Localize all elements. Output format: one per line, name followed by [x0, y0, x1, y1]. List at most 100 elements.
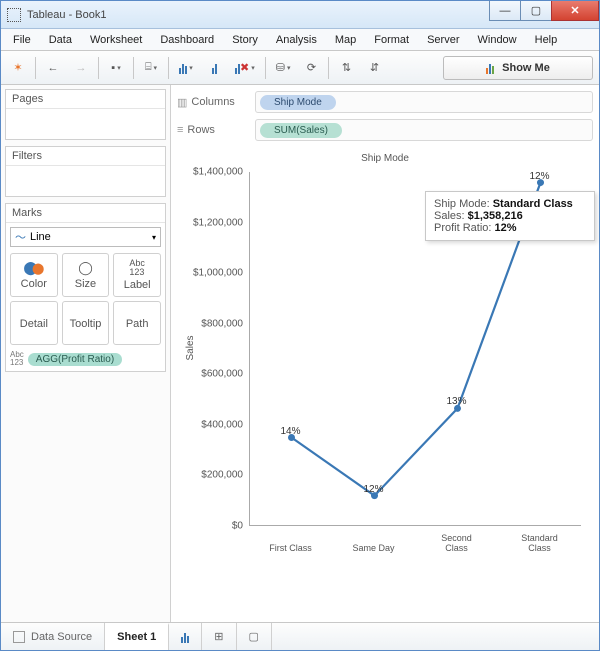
columns-pill-ship-mode[interactable]: Ship Mode: [260, 95, 336, 110]
refresh-button[interactable]: ⟳: [300, 57, 322, 79]
side-panel: Pages Filters Marks 〜 Line ▾ ⬤⬤Color: [1, 85, 171, 622]
label-icon: Abc123: [129, 259, 145, 277]
filters-label: Filters: [6, 147, 165, 166]
maximize-button[interactable]: ▢: [520, 1, 552, 21]
save-button[interactable]: ▪▾: [105, 57, 127, 79]
swap-button[interactable]: ⛁▾: [272, 57, 295, 79]
menu-format[interactable]: Format: [366, 32, 417, 48]
separator: [328, 57, 329, 79]
separator: [265, 57, 266, 79]
main-area: Pages Filters Marks 〜 Line ▾ ⬤⬤Color: [1, 85, 599, 622]
show-me-label: Show Me: [502, 62, 550, 74]
menu-help[interactable]: Help: [527, 32, 566, 48]
window-controls: — ▢ ✕: [490, 1, 599, 28]
menu-dashboard[interactable]: Dashboard: [152, 32, 222, 48]
separator: [133, 57, 134, 79]
new-story-tab[interactable]: ▢: [237, 623, 272, 650]
x-tick: Standard Class: [510, 534, 570, 554]
tableau-logo-icon[interactable]: ✶: [7, 57, 29, 79]
marks-pill-row: Abc123 AGG(Profit Ratio): [10, 351, 161, 367]
rows-shelf-label: ≡Rows: [177, 124, 247, 136]
size-icon: ◯: [78, 260, 93, 276]
mark-cards: ⬤⬤Color ◯Size Abc123Label Detail Tooltip…: [10, 253, 161, 345]
clear-sheet-button[interactable]: ✖▾: [231, 57, 259, 79]
marks-card: Marks 〜 Line ▾ ⬤⬤Color ◯Size Abc123Label…: [5, 203, 166, 372]
new-worksheet-button[interactable]: ▾: [175, 57, 197, 79]
show-me-icon: [486, 62, 494, 74]
line-mark-icon: 〜: [15, 229, 26, 245]
data-label: 14%: [280, 425, 300, 436]
sort-asc-button[interactable]: ⇅: [335, 57, 357, 79]
menu-data[interactable]: Data: [41, 32, 80, 48]
titlebar: Tableau - Book1 — ▢ ✕: [1, 1, 599, 29]
y-axis-label: Sales: [185, 335, 196, 360]
app-window: Tableau - Book1 — ▢ ✕ File Data Workshee…: [0, 0, 600, 651]
chart-area: Ship Mode Sales $0$200,000$400,000$600,0…: [171, 147, 599, 622]
new-datasource-button[interactable]: ⌸▾: [140, 57, 162, 79]
tableau-app-icon: [7, 8, 21, 22]
x-tick: First Class: [261, 544, 321, 554]
new-worksheet-tab[interactable]: [169, 623, 202, 650]
back-button[interactable]: ←: [42, 57, 64, 79]
mark-card-color[interactable]: ⬤⬤Color: [10, 253, 58, 297]
y-tick: $1,200,000: [179, 217, 249, 228]
menubar: File Data Worksheet Dashboard Story Anal…: [1, 29, 599, 51]
menu-server[interactable]: Server: [419, 32, 467, 48]
chevron-down-icon: ▾: [152, 233, 156, 242]
y-tick: $800,000: [179, 318, 249, 329]
menu-map[interactable]: Map: [327, 32, 364, 48]
sort-desc-button[interactable]: ⇵: [363, 57, 385, 79]
marks-pill-agg-profit-ratio[interactable]: AGG(Profit Ratio): [28, 353, 122, 366]
rows-icon: ≡: [177, 124, 183, 136]
menu-file[interactable]: File: [5, 32, 39, 48]
y-tick: $600,000: [179, 369, 249, 380]
mark-card-tooltip[interactable]: Tooltip: [62, 301, 110, 345]
data-label: 12%: [363, 484, 383, 495]
tab-sheet-1[interactable]: Sheet 1: [105, 623, 169, 650]
duplicate-sheet-button[interactable]: [203, 57, 225, 79]
separator: [98, 57, 99, 79]
x-tick: Same Day: [344, 544, 404, 554]
mark-card-size[interactable]: ◯Size: [62, 253, 110, 297]
tab-data-source[interactable]: Data Source: [1, 623, 105, 650]
mark-card-label[interactable]: Abc123Label: [113, 253, 161, 297]
label-prefix-icon: Abc123: [10, 351, 24, 367]
rows-pill-sum-sales[interactable]: SUM(Sales): [260, 123, 342, 138]
menu-story[interactable]: Story: [224, 32, 266, 48]
y-tick: $400,000: [179, 419, 249, 430]
data-source-icon: [13, 631, 25, 643]
y-tick: $200,000: [179, 470, 249, 481]
dashboard-icon: ⊞: [214, 630, 223, 643]
y-tick: $0: [179, 521, 249, 532]
data-label: 13%: [446, 396, 466, 407]
separator: [168, 57, 169, 79]
work-area: ▥Columns Ship Mode ≡Rows SUM(Sales) Ship…: [171, 85, 599, 622]
mark-card-detail[interactable]: Detail: [10, 301, 58, 345]
pages-shelf[interactable]: Pages: [5, 89, 166, 140]
pages-label: Pages: [6, 90, 165, 109]
new-dashboard-tab[interactable]: ⊞: [202, 623, 236, 650]
data-label: 12%: [529, 170, 549, 181]
show-me-button[interactable]: Show Me: [443, 56, 593, 80]
columns-drop[interactable]: Ship Mode: [255, 91, 593, 113]
separator: [35, 57, 36, 79]
rows-drop[interactable]: SUM(Sales): [255, 119, 593, 141]
forward-button[interactable]: →: [70, 57, 92, 79]
filters-shelf[interactable]: Filters: [5, 146, 166, 197]
worksheet-icon: [181, 631, 189, 643]
chart-tooltip: Ship Mode: Standard Class Sales: $1,358,…: [425, 191, 595, 241]
mark-type-select[interactable]: 〜 Line ▾: [10, 227, 161, 247]
mark-card-path[interactable]: Path: [113, 301, 161, 345]
minimize-button[interactable]: —: [489, 1, 521, 21]
columns-shelf: ▥Columns Ship Mode: [177, 91, 593, 113]
columns-shelf-label: ▥Columns: [177, 96, 247, 109]
y-tick: $1,000,000: [179, 268, 249, 279]
menu-analysis[interactable]: Analysis: [268, 32, 325, 48]
close-button[interactable]: ✕: [551, 1, 599, 21]
menu-worksheet[interactable]: Worksheet: [82, 32, 150, 48]
rows-shelf: ≡Rows SUM(Sales): [177, 119, 593, 141]
window-title: Tableau - Book1: [27, 9, 490, 21]
footer-tabs: Data Source Sheet 1 ⊞ ▢: [1, 622, 599, 650]
story-icon: ▢: [249, 630, 259, 643]
menu-window[interactable]: Window: [470, 32, 525, 48]
